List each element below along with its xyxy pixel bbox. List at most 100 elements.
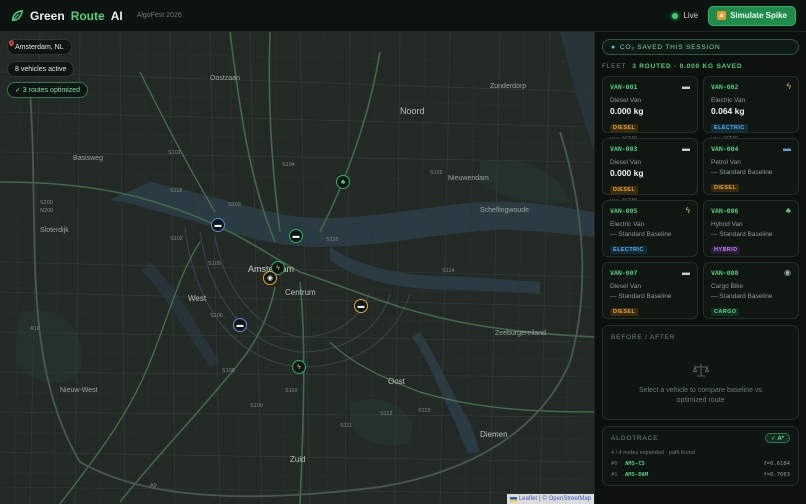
road-label: S106 (210, 313, 223, 319)
label-zuid: Zuid (290, 455, 306, 464)
map-view[interactable]: Zunderdorp Noord Oostzaan Basisweg Nieuw… (0, 32, 594, 504)
truck-icon: ▬ (682, 82, 690, 91)
simulate-spike-button[interactable]: ▲ Simulate Spike (708, 5, 796, 26)
road-label: S112 (380, 411, 392, 417)
vehicle-grid: VAN-001 ▬ Diesel Van 0.000 kg DIESEL via… (602, 76, 799, 319)
algorithm-badge: ✓ A* (764, 433, 790, 443)
before-after-card: BEFORE / AFTER Select a vehicle to compa… (602, 325, 799, 420)
trace-score: f=0.7063 (763, 472, 791, 478)
vehicle-baseline: — Standard Baseline (711, 169, 773, 176)
vehicle-type: Hybrid Van (711, 221, 743, 228)
label-oost: Oost (388, 377, 406, 386)
vehicle-co2: 0.064 kg (711, 106, 745, 116)
vehicle-id: VAN-002 (711, 83, 739, 91)
vehicle-id: VAN-004 (711, 145, 739, 153)
simulate-spike-label: Simulate Spike (730, 11, 787, 20)
vehicle-marker-van-005[interactable]: ϟ (292, 360, 306, 374)
fuel-badge: ELECTRIC (711, 124, 748, 132)
trace-node: AMS-DAM (625, 472, 649, 478)
map-attribution: Leaflet | © OpenStreetMap (506, 494, 594, 504)
road-label: S200 (40, 200, 53, 206)
road-label: S116 (326, 237, 338, 243)
location-chip: Amsterdam, NL (7, 39, 72, 55)
vehicle-type: Cargo Bike (711, 283, 744, 290)
truck-icon: ▬ (236, 321, 244, 329)
road-label: S104 (282, 162, 295, 168)
globe-icon: ● (611, 43, 617, 51)
leaflet-link[interactable]: Leaflet (519, 496, 537, 502)
label-basisweg: Basisweg (73, 155, 103, 162)
road-label: S118 (170, 188, 182, 194)
vehicle-card-van-004[interactable]: VAN-004 ▬ Petrol Van — Standard Baseline… (703, 138, 799, 195)
algotrace-card: ALGOTRACE ✓ A* 4 / 4 nodes expanded · pa… (602, 426, 799, 486)
road-label: S105 (208, 261, 221, 267)
vehicle-marker-van-001[interactable]: ▬ (289, 229, 303, 243)
osm-link[interactable]: © OpenStreetMap (543, 496, 591, 502)
label-zeeburgereiland: Zeeburgereiland (495, 330, 546, 337)
label-schellingwoude: Schellingwoude (480, 207, 529, 214)
scale-icon (692, 364, 709, 377)
vehicle-card-van-007[interactable]: VAN-007 ▬ Diesel Van — Standard Baseline… (602, 262, 698, 319)
live-label: Live (683, 11, 699, 20)
road-label: S113 (418, 408, 430, 414)
leaf-icon: ♣ (785, 206, 791, 215)
pin-icon (9, 40, 14, 47)
vehicle-id: VAN-008 (711, 269, 739, 277)
label-west: West (188, 294, 207, 303)
side-panel: ● CO₂ SAVED THIS SESSION FLEET 3 ROUTED … (594, 32, 806, 504)
brand: Green Route AI AlgoFest 2026 (10, 9, 182, 23)
vehicle-id: VAN-007 (610, 269, 638, 277)
flag-icon (509, 496, 517, 502)
road-label: S102 (170, 236, 183, 242)
road-label: S101 (168, 150, 181, 156)
vehicle-card-van-006[interactable]: VAN-006 ♣ Hybrid Van — Standard Baseline… (703, 200, 799, 257)
vehicle-id: VAN-001 (610, 83, 638, 91)
vehicle-marker-van-003[interactable]: ▬ (354, 299, 368, 313)
label-nieuwendam: Nieuwendam (448, 175, 489, 182)
fuel-badge: HYBRID (711, 246, 741, 254)
bolt-icon: ϟ (786, 82, 791, 91)
label-diemen: Diemen (480, 430, 508, 439)
trace-row: #0 AMS-CS f=0.6184 (611, 461, 790, 467)
vehicle-type: Diesel Van (610, 159, 641, 166)
road-label: N200 (40, 208, 53, 214)
vehicle-baseline: — Standard Baseline (711, 293, 773, 300)
label-zunderdorp: Zunderdorp (490, 83, 526, 90)
vehicle-marker-van-004[interactable]: ▬ (211, 218, 225, 232)
fuel-badge: CARGO (711, 308, 740, 316)
vehicle-type: Petrol Van (711, 159, 741, 166)
vehicle-baseline: — Standard Baseline (610, 293, 672, 300)
fuel-badge: ELECTRIC (610, 246, 647, 254)
bolt-icon: ϟ (685, 206, 690, 215)
vehicle-marker-van-008[interactable]: ◉ (263, 271, 277, 285)
brand-ai: AI (110, 8, 123, 23)
vehicle-marker-van-007[interactable]: ▬ (233, 318, 247, 332)
vehicle-card-van-008[interactable]: VAN-008 ◉ Cargo Bike — Standard Baseline… (703, 262, 799, 319)
vehicle-marker-van-006[interactable]: ♣ (336, 175, 350, 189)
vehicle-card-van-005[interactable]: VAN-005 ϟ Electric Van — Standard Baseli… (602, 200, 698, 257)
fleet-label: FLEET (602, 63, 627, 70)
bolt-icon: ϟ (276, 264, 280, 272)
road-label: S110 (285, 388, 297, 394)
vehicle-card-van-001[interactable]: VAN-001 ▬ Diesel Van 0.000 kg DIESEL via… (602, 76, 698, 142)
bike-icon: ◉ (266, 274, 274, 282)
leaf-icon: ♣ (340, 178, 346, 186)
fuel-badge: DIESEL (711, 184, 740, 192)
label-sloterdijk: Sloterdijk (40, 227, 69, 234)
truck-icon: ▬ (357, 302, 365, 310)
vehicle-card-van-002[interactable]: VAN-002 ϟ Electric Van 0.064 kg ELECTRIC… (703, 76, 799, 142)
vehicle-card-van-003[interactable]: VAN-003 ▬ Diesel Van 0.000 kg DIESEL via… (602, 138, 698, 204)
vehicles-active-label: 8 vehicles active (15, 65, 67, 73)
fuel-badge: DIESEL (610, 186, 639, 194)
event-tag: AlgoFest 2026 (136, 12, 182, 19)
road-label: S109 (250, 403, 263, 409)
road-label: S108 (222, 368, 235, 374)
attribution-separator: | (538, 496, 541, 502)
trace-score: f=0.6184 (763, 461, 791, 467)
fuel-badge: DIESEL (610, 124, 639, 132)
label-noord: Noord (400, 106, 425, 116)
vehicle-baseline: — Standard Baseline (711, 231, 773, 238)
trace-row: #1 AMS-DAM f=0.7063 (611, 472, 790, 478)
vehicle-id: VAN-005 (610, 207, 638, 215)
leaf-icon (11, 9, 24, 21)
